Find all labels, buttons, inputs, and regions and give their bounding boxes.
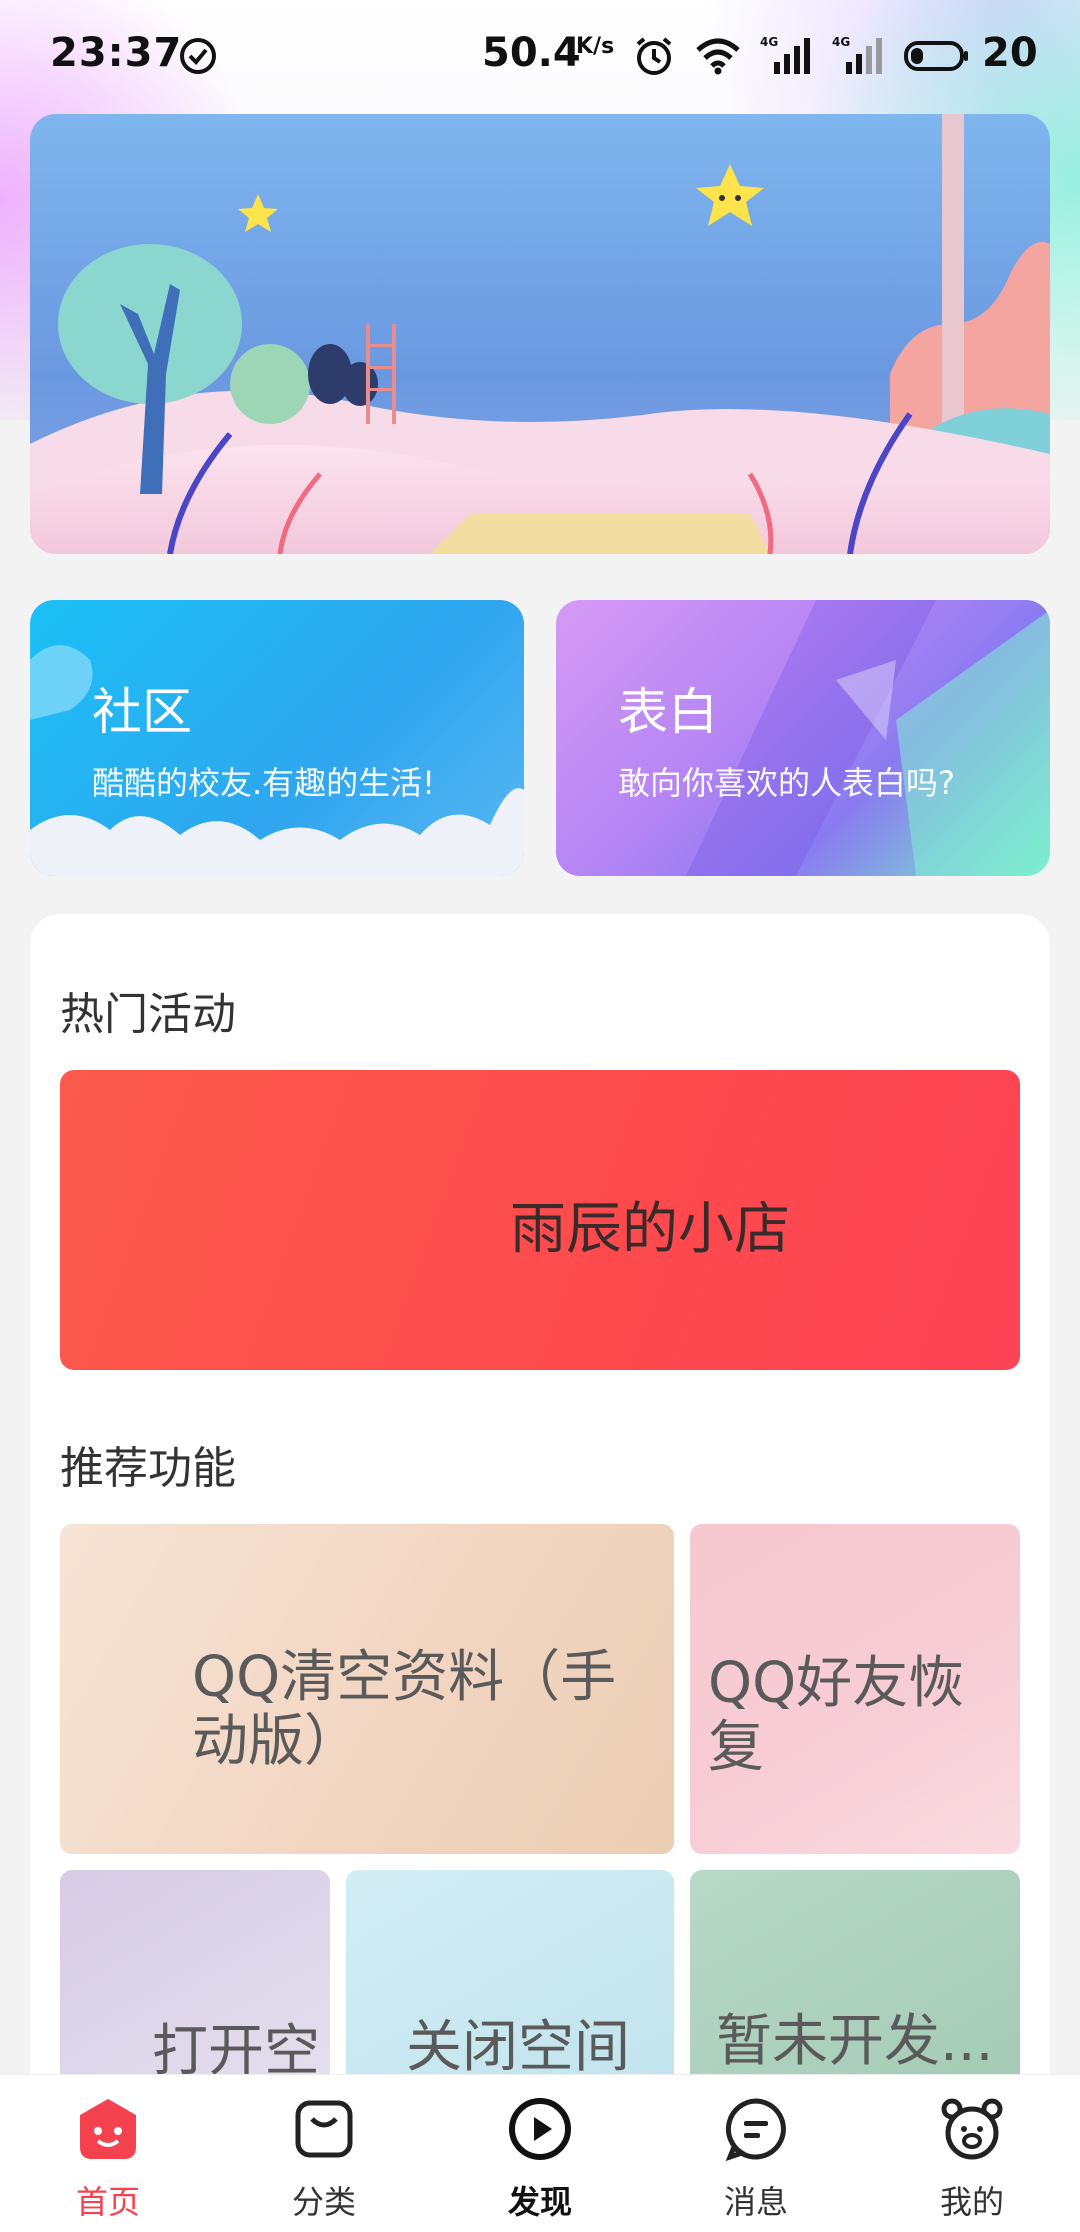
bag-icon: [295, 2100, 353, 2158]
status-bar: 23:37 50.4 K/s 4G 4G 20: [0, 0, 1080, 112]
svg-text:4G: 4G: [760, 35, 778, 49]
confess-title: 表白: [618, 683, 718, 741]
check-circle-icon: [180, 38, 216, 74]
community-title: 社区: [92, 683, 192, 741]
nav-discover[interactable]: 发现: [432, 2075, 648, 2232]
bear-face-icon: [941, 2098, 1003, 2160]
signal-4g-icon: 4G: [832, 35, 882, 74]
nav-label: 消息: [723, 2183, 788, 2221]
nav-label: 分类: [291, 2183, 356, 2221]
confess-card[interactable]: 表白 敢向你喜欢的人表白吗?: [556, 600, 1050, 876]
signal-4g-icon: 4G: [760, 35, 810, 74]
net-speed-unit: K/s: [576, 34, 615, 59]
feature-clear-profile[interactable]: QQ清空资料（手动版）: [60, 1524, 674, 1854]
alarm-icon: [636, 37, 672, 75]
message-icon: [725, 2098, 786, 2161]
banner-illustration: [30, 114, 1050, 554]
hot-activities-title: 热门活动: [60, 989, 236, 1040]
feature-label: QQ好友恢复: [708, 1651, 965, 1780]
feature-friend-restore[interactable]: QQ好友恢复: [690, 1524, 1020, 1854]
nav-label: 首页: [75, 2183, 140, 2221]
battery-icon: [904, 41, 968, 71]
community-subtitle: 酷酷的校友.有趣的生活!: [92, 764, 436, 802]
status-time: 23:37: [50, 30, 183, 76]
battery-level: 20: [982, 30, 1038, 76]
nav-category[interactable]: 分类: [216, 2075, 432, 2232]
play-circle-icon: [509, 2098, 571, 2160]
feature-label: QQ清空资料（手动版）: [192, 1645, 617, 1774]
bottom-nav: 首页 分类 发现 消息 我的: [0, 2074, 1080, 2232]
nav-mine[interactable]: 我的: [864, 2075, 1080, 2232]
promo-banner[interactable]: [30, 114, 1050, 554]
recommend-title: 推荐功能: [60, 1443, 236, 1494]
community-card[interactable]: 社区 酷酷的校友.有趣的生活!: [30, 600, 524, 876]
hot-activity-label: 雨辰的小店: [510, 1197, 790, 1262]
wifi-icon: [696, 38, 740, 75]
hot-activity-card[interactable]: 雨辰的小店: [60, 1070, 1020, 1370]
nav-label: 我的: [939, 2183, 1004, 2221]
svg-text:4G: 4G: [832, 35, 850, 49]
nav-messages[interactable]: 消息: [648, 2075, 864, 2232]
confess-subtitle: 敢向你喜欢的人表白吗?: [618, 764, 955, 802]
net-speed: 50.4: [482, 30, 581, 76]
nav-label: 发现: [507, 2183, 572, 2221]
nav-home[interactable]: 首页: [0, 2075, 216, 2232]
feature-label: 暂未开发...: [716, 2009, 994, 2074]
content-panel: 热门活动 雨辰的小店 推荐功能 QQ清空资料（手动版） QQ好友恢复 打开空 关…: [30, 914, 1050, 2114]
home-face-icon: [80, 2099, 136, 2159]
feature-label: 关闭空间: [406, 2015, 630, 2080]
